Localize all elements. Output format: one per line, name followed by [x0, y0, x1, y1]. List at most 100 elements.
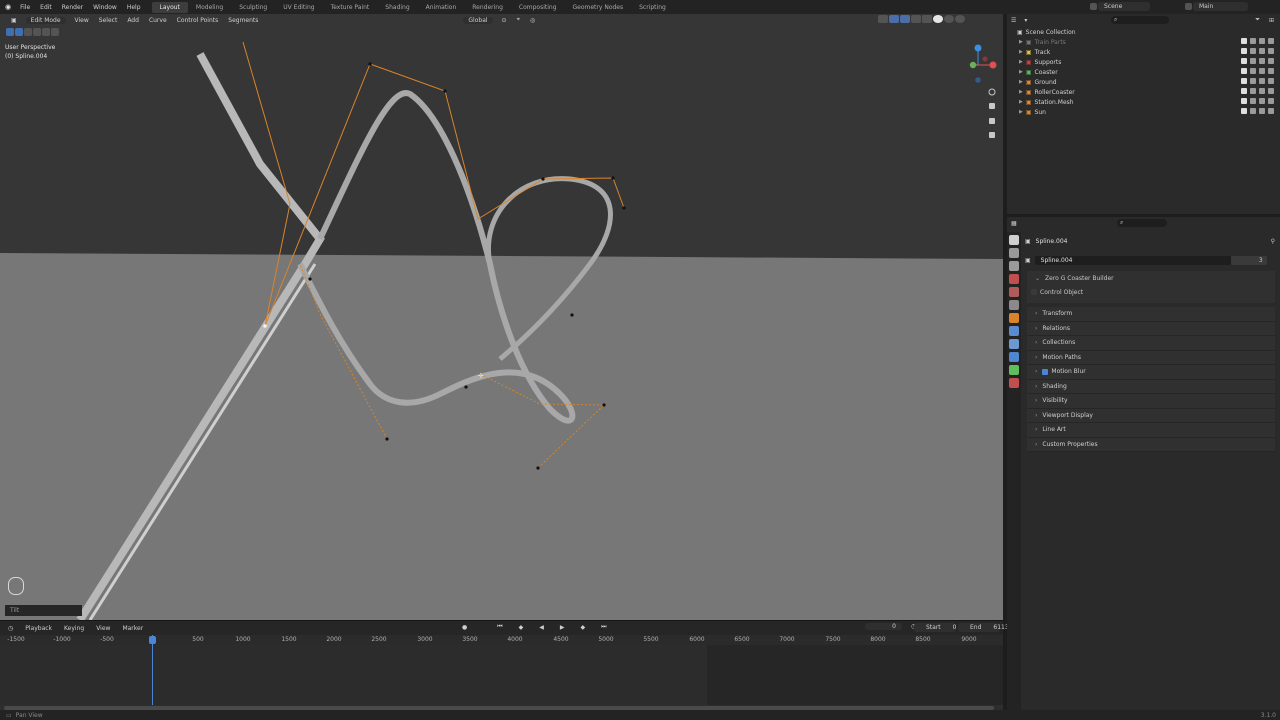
viewport-scene[interactable]: ✛ — [0, 14, 1003, 620]
xray-icon[interactable] — [911, 15, 921, 23]
tool-tab-icon[interactable] — [1009, 235, 1019, 245]
new-collection-icon[interactable]: ⊞ — [1269, 17, 1274, 24]
pivot-icon[interactable]: ⊙ — [497, 17, 512, 24]
menu-window[interactable]: Window — [88, 4, 122, 11]
menu-marker[interactable]: Marker — [116, 625, 149, 632]
camera-icon[interactable] — [1268, 88, 1274, 94]
gizmo-icon[interactable] — [889, 15, 899, 23]
play-icon[interactable]: ▶ — [554, 624, 571, 631]
exclude-checkbox[interactable] — [1241, 108, 1247, 114]
selectable-icon[interactable] — [1250, 38, 1256, 44]
select-mode-subtract-icon[interactable] — [33, 28, 41, 36]
menu-playback[interactable]: Playback — [19, 625, 58, 632]
tab-geometry-nodes[interactable]: Geometry Nodes — [565, 2, 632, 13]
eye-icon[interactable] — [1259, 98, 1265, 104]
eye-icon[interactable] — [1259, 58, 1265, 64]
camera-icon[interactable] — [1268, 108, 1274, 114]
outliner-editor-icon[interactable]: ☰ — [1011, 17, 1016, 24]
viewport-nav-buttons[interactable] — [988, 88, 996, 138]
editor-type-icon[interactable]: ▣ — [6, 17, 22, 24]
selectable-icon[interactable] — [1250, 68, 1256, 74]
outliner-item[interactable]: ▶ ▣ Supports — [1017, 57, 1280, 67]
outliner-item[interactable]: ▶ ▣ Sun — [1017, 107, 1280, 117]
selectable-icon[interactable] — [1250, 88, 1256, 94]
selectable-icon[interactable] — [1250, 78, 1256, 84]
select-mode-new-icon[interactable] — [15, 28, 23, 36]
tab-modeling[interactable]: Modeling — [188, 2, 231, 13]
exclude-checkbox[interactable] — [1241, 48, 1247, 54]
panel-transform[interactable]: › Transform — [1027, 307, 1275, 322]
blender-logo-icon[interactable]: ◉ — [5, 3, 11, 11]
menu-render[interactable]: Render — [57, 4, 88, 11]
jump-start-icon[interactable]: ⏮ — [491, 623, 508, 631]
display-mode-icon[interactable]: ▾ — [1024, 17, 1027, 24]
expand-arrow-icon[interactable]: ▶ — [1019, 109, 1023, 115]
select-mode-extend-icon[interactable] — [24, 28, 32, 36]
panel-viewport-display[interactable]: › Viewport Display — [1027, 408, 1275, 423]
current-frame-field[interactable]: 0 — [865, 623, 902, 630]
select-box-icon[interactable] — [6, 28, 14, 36]
motion-blur-checkbox[interactable] — [1042, 368, 1049, 375]
menu-select[interactable]: Select — [94, 17, 123, 24]
control-object-checkbox[interactable] — [1031, 289, 1037, 295]
panel-relations[interactable]: › Relations — [1027, 321, 1275, 336]
jump-end-icon[interactable]: ⏭ — [595, 623, 612, 631]
scene-collection-row[interactable]: ▣ Scene Collection — [1017, 27, 1280, 37]
eye-icon[interactable] — [1259, 78, 1265, 84]
navigation-gizmo[interactable] — [969, 44, 997, 83]
properties-search-input[interactable]: ⌕ — [1117, 219, 1167, 227]
menu-view-timeline[interactable]: View — [90, 625, 116, 632]
eye-icon[interactable] — [1259, 88, 1265, 94]
camera-icon[interactable] — [1268, 78, 1274, 84]
selectable-icon[interactable] — [1250, 58, 1256, 64]
rendered-shading-icon[interactable] — [955, 15, 965, 23]
outliner-item[interactable]: ▶ ▣ Station.Mesh — [1017, 97, 1280, 107]
outliner-item[interactable]: ▶ ▣ RollerCoaster — [1017, 87, 1280, 97]
outliner-item[interactable]: ▶ ▣ Train Parts — [1017, 37, 1280, 47]
record-icon[interactable]: ● — [456, 624, 473, 631]
selectable-icon[interactable] — [1250, 48, 1256, 54]
expand-arrow-icon[interactable]: ▶ — [1019, 49, 1023, 55]
tab-animation[interactable]: Animation — [418, 2, 465, 13]
eye-icon[interactable] — [1259, 38, 1265, 44]
eye-icon[interactable] — [1259, 108, 1265, 114]
overlay-icon[interactable] — [900, 15, 910, 23]
next-keyframe-icon[interactable]: ◆ — [575, 624, 592, 631]
3d-viewport[interactable]: ✛ ▣ Edit Mode View Select Add Curve Cont… — [0, 14, 1003, 620]
expand-arrow-icon[interactable]: ▶ — [1019, 99, 1023, 105]
camera-icon[interactable] — [1268, 38, 1274, 44]
orientation-selector[interactable]: Global — [463, 16, 493, 24]
properties-editor-icon[interactable]: ▦ — [1011, 220, 1017, 227]
exclude-checkbox[interactable] — [1241, 58, 1247, 64]
eye-icon[interactable] — [1259, 48, 1265, 54]
outliner-item[interactable]: ▶ ▣ Coaster — [1017, 67, 1280, 77]
expand-arrow-icon[interactable]: ▶ — [1019, 79, 1023, 85]
scene-name[interactable]: Scene — [1098, 2, 1150, 11]
panel-collections[interactable]: › Collections — [1027, 336, 1275, 351]
user-count[interactable]: 3 — [1230, 255, 1267, 265]
mode-selector[interactable]: Edit Mode — [25, 16, 66, 24]
menu-curve[interactable]: Curve — [144, 17, 172, 24]
datablock-name-field[interactable]: Spline.004 — [1034, 255, 1231, 265]
panel-shading[interactable]: › Shading — [1027, 379, 1275, 394]
view-layer-tab-icon[interactable] — [1009, 274, 1019, 284]
play-reverse-icon[interactable]: ◀ — [533, 624, 550, 631]
datablock-selector[interactable]: ▣ Spline.004 3 — [1025, 255, 1275, 265]
panel-motion-paths[interactable]: › Motion Paths — [1027, 350, 1275, 365]
menu-add[interactable]: Add — [122, 17, 144, 24]
prev-keyframe-icon[interactable]: ◆ — [513, 624, 530, 631]
panel-visibility[interactable]: › Visibility — [1027, 394, 1275, 409]
select-mode-invert-icon[interactable] — [42, 28, 50, 36]
tab-sculpting[interactable]: Sculpting — [231, 2, 275, 13]
select-mode-intersect-icon[interactable] — [51, 28, 59, 36]
view-layer-name[interactable]: Main — [1193, 2, 1248, 11]
tab-compositing[interactable]: Compositing — [511, 2, 565, 13]
addon-panel-header[interactable]: ⌄ Zero G Coaster Builder — [1027, 271, 1275, 285]
snap-icon[interactable]: ⌖ — [512, 16, 525, 24]
menu-help[interactable]: Help — [122, 4, 146, 11]
active-control-point[interactable] — [263, 324, 267, 328]
camera-icon[interactable] — [1268, 68, 1274, 74]
expand-arrow-icon[interactable]: ▶ — [1019, 39, 1023, 45]
tab-texture-paint[interactable]: Texture Paint — [323, 2, 378, 13]
proportional-icon[interactable]: ◎ — [525, 17, 540, 24]
